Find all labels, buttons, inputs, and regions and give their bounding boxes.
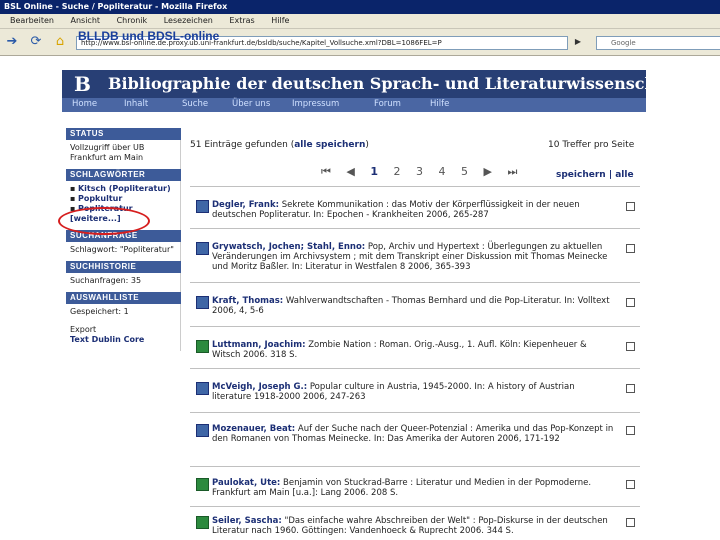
next-page-icon[interactable]: ▶: [484, 165, 492, 178]
book-icon: [196, 340, 209, 353]
window-title: BSL Online - Suche / Popliteratur - Mozi…: [4, 2, 228, 11]
record-checkbox[interactable]: [626, 342, 635, 351]
nav-ueber-uns[interactable]: Über uns: [232, 99, 270, 109]
forward-arrow-icon[interactable]: ➔: [4, 34, 20, 50]
result-record: Seiler, Sascha: "Das einfache wahre Absc…: [196, 516, 616, 536]
query-box: Schlagwort: "Popliteratur": [66, 242, 181, 261]
search-engine-box[interactable]: Google: [596, 36, 720, 50]
history-heading: SUCHHISTORIE: [66, 261, 181, 273]
reload-icon[interactable]: ⟳: [28, 34, 44, 50]
keyword-popkultur[interactable]: Popkultur: [78, 194, 122, 203]
nav-home[interactable]: Home: [72, 99, 97, 109]
page-4[interactable]: 4: [439, 165, 446, 178]
record-checkbox[interactable]: [626, 202, 635, 211]
export-label: Export: [70, 325, 97, 334]
divider: [190, 326, 640, 327]
page-1: 1: [370, 165, 379, 178]
result-record: Paulokat, Ute: Benjamin von Stuckrad-Bar…: [196, 478, 616, 498]
pagination: ⏮ ◀ 1 2 3 4 5 ▶ ⏭: [315, 165, 523, 179]
divider: [190, 228, 640, 229]
status-line-1: Vollzugriff über UB: [70, 143, 145, 152]
saved-count: Gespeichert: 1: [70, 307, 129, 316]
go-button[interactable]: ▶: [568, 35, 588, 49]
page-5[interactable]: 5: [461, 165, 468, 178]
record-checkbox[interactable]: [626, 298, 635, 307]
record-author[interactable]: Degler, Frank:: [212, 200, 279, 210]
record-author[interactable]: Kraft, Thomas:: [212, 296, 283, 306]
first-page-icon[interactable]: ⏮: [321, 165, 331, 178]
nav-hilfe[interactable]: Hilfe: [430, 99, 449, 109]
book-icon: [196, 478, 209, 491]
selection-heading: AUSWAHLLISTE: [66, 292, 181, 304]
menu-ansicht[interactable]: Ansicht: [71, 16, 101, 25]
result-record: McVeigh, Joseph G.: Popular culture in A…: [196, 382, 616, 402]
result-record: Grywatsch, Jochen; Stahl, Enno: Pop, Arc…: [196, 242, 616, 272]
keywords-heading: SCHLAGWÖRTER: [66, 169, 181, 181]
page-3[interactable]: 3: [416, 165, 423, 178]
window-titlebar: BSL Online - Suche / Popliteratur - Mozi…: [0, 0, 720, 14]
save-all-link[interactable]: alle speichern: [294, 140, 365, 150]
record-checkbox[interactable]: [626, 384, 635, 393]
menu-lesezeichen[interactable]: Lesezeichen: [164, 16, 213, 25]
site-header: B Bibliographie der deutschen Sprach- un…: [62, 70, 681, 98]
result-record: Luttmann, Joachim: Zombie Nation : Roman…: [196, 340, 616, 360]
record-author[interactable]: Paulokat, Ute:: [212, 478, 280, 488]
record-author[interactable]: Mozenauer, Beat:: [212, 424, 295, 434]
site-nav: Home Inhalt Suche Über uns Impressum For…: [62, 98, 646, 112]
result-count-text: 51 Einträge gefunden: [190, 140, 288, 150]
record-checkbox[interactable]: [626, 518, 635, 527]
last-page-icon[interactable]: ⏭: [508, 165, 518, 178]
book-icon: [196, 296, 209, 309]
nav-forum[interactable]: Forum: [374, 99, 401, 109]
status-line-2: Frankfurt am Main: [70, 153, 144, 162]
book-icon: [196, 382, 209, 395]
record-checkbox[interactable]: [626, 426, 635, 435]
nav-suche[interactable]: Suche: [182, 99, 208, 109]
book-icon: [196, 424, 209, 437]
menu-bar: Bearbeiten Ansicht Chronik Lesezeichen E…: [0, 14, 720, 29]
menu-hilfe[interactable]: Hilfe: [271, 16, 289, 25]
divider: [190, 186, 640, 187]
keyword-kitsch[interactable]: Kitsch (Popliteratur): [78, 184, 171, 193]
result-record: Kraft, Thomas: Wahlverwandtschaften - Th…: [196, 296, 616, 316]
prev-page-icon[interactable]: ◀: [346, 165, 354, 178]
divider: [190, 506, 640, 507]
slide-overlay-title: BLLDB und BDSL-online: [78, 29, 220, 43]
divider: [190, 282, 640, 283]
divider: [190, 412, 640, 413]
sidebar: STATUS Vollzugriff über UB Frankfurt am …: [66, 128, 181, 351]
result-record: Mozenauer, Beat: Auf der Suche nach der …: [196, 424, 616, 444]
nav-inhalt[interactable]: Inhalt: [124, 99, 148, 109]
highlight-circle: [58, 207, 150, 235]
result-count: 51 Einträge gefunden (alle speichern): [190, 140, 369, 150]
menu-bearbeiten[interactable]: Bearbeiten: [10, 16, 54, 25]
status-box: Vollzugriff über UB Frankfurt am Main: [66, 140, 181, 169]
result-record: Degler, Frank: Sekrete Kommunikation : d…: [196, 200, 616, 220]
record-author[interactable]: Seiler, Sascha:: [212, 516, 282, 526]
selection-box: Gespeichert: 1 Export Text Dublin Core: [66, 304, 181, 351]
menu-extras[interactable]: Extras: [229, 16, 254, 25]
history-box: Suchanfragen: 35: [66, 273, 181, 292]
divider: [190, 466, 640, 467]
status-heading: STATUS: [66, 128, 181, 140]
record-checkbox[interactable]: [626, 480, 635, 489]
nav-impressum[interactable]: Impressum: [292, 99, 339, 109]
book-icon: [196, 516, 209, 529]
bdsl-logo: B: [74, 72, 91, 96]
save-selection-link[interactable]: speichern | alle: [556, 170, 634, 180]
page-2[interactable]: 2: [394, 165, 401, 178]
record-author[interactable]: Grywatsch, Jochen; Stahl, Enno:: [212, 242, 365, 252]
divider: [190, 368, 640, 369]
book-icon: [196, 242, 209, 255]
export-formats-link[interactable]: Text Dublin Core: [70, 335, 144, 344]
site-title: Bibliographie der deutschen Sprach- und …: [108, 74, 681, 93]
record-checkbox[interactable]: [626, 244, 635, 253]
per-page-label: 10 Treffer pro Seite: [548, 140, 635, 150]
record-author[interactable]: McVeigh, Joseph G.:: [212, 382, 307, 392]
menu-chronik[interactable]: Chronik: [117, 16, 148, 25]
book-icon: [196, 200, 209, 213]
record-author[interactable]: Luttmann, Joachim:: [212, 340, 305, 350]
home-icon[interactable]: ⌂: [52, 34, 68, 50]
